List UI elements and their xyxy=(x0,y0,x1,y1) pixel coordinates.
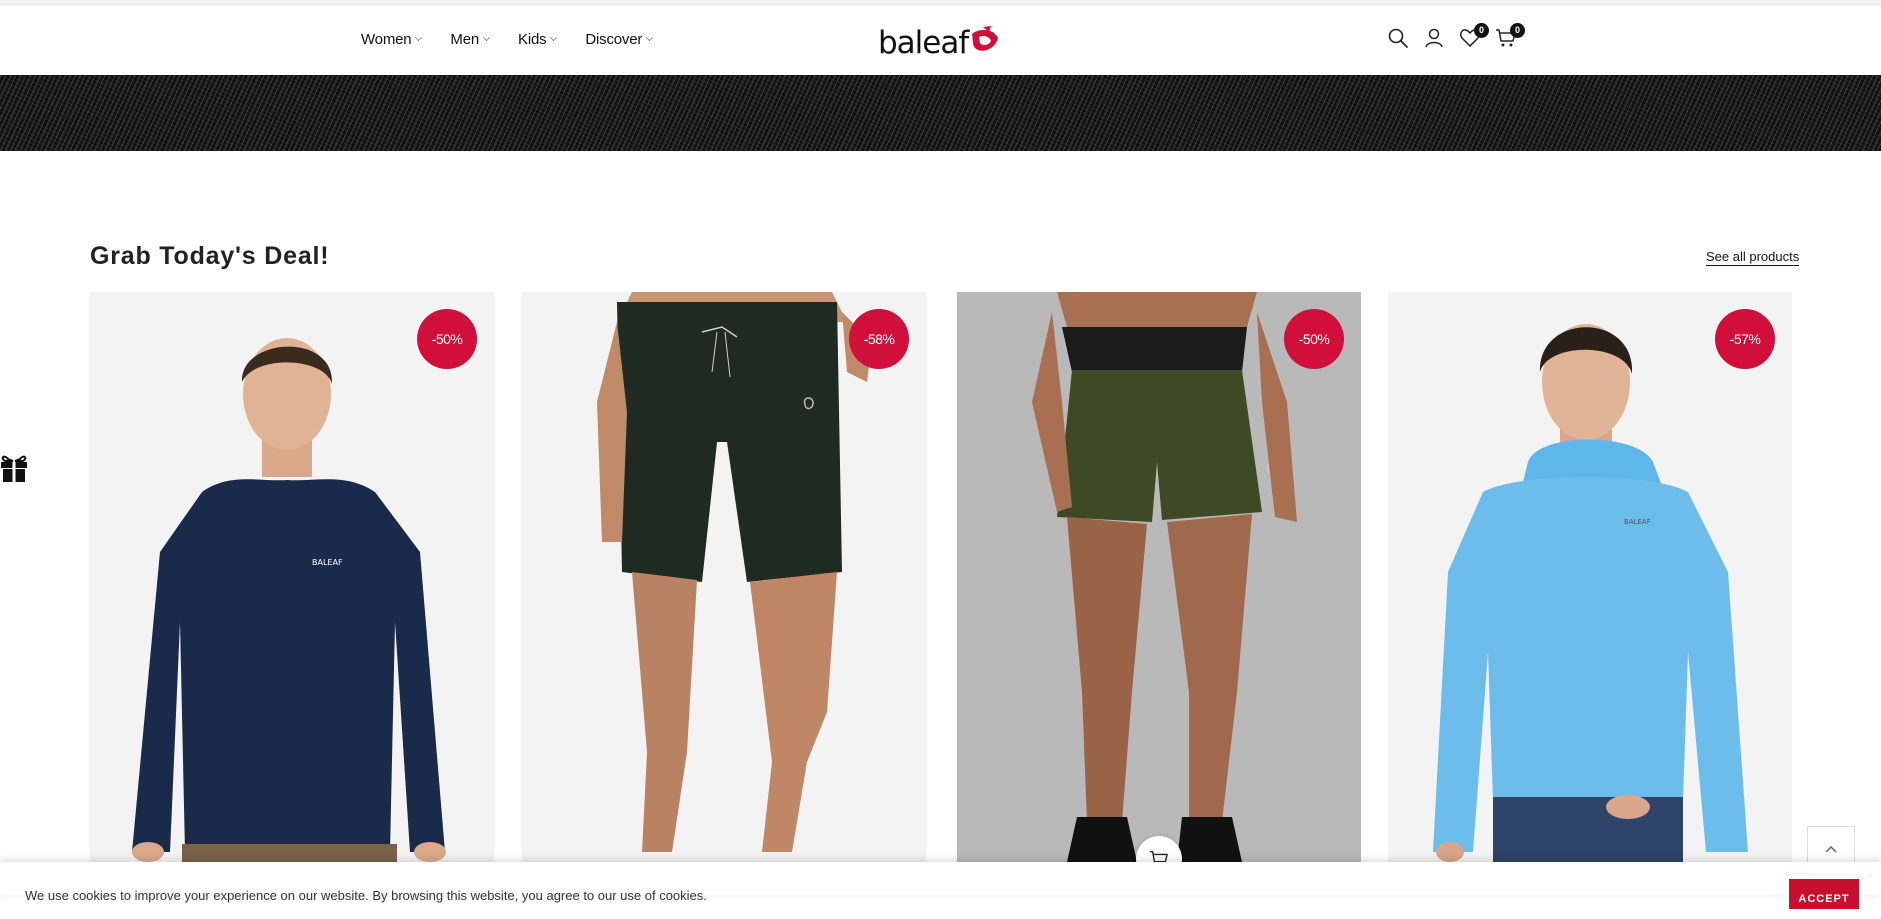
discount-badge: -57% xyxy=(1715,309,1775,369)
see-all-products-link[interactable]: See all products xyxy=(1706,249,1800,266)
search-icon[interactable] xyxy=(1387,27,1409,49)
product-image xyxy=(957,292,1361,862)
product-image: BALEAF xyxy=(1388,292,1792,862)
product-card[interactable]: BALEAF -50% xyxy=(90,292,494,862)
brand-logo[interactable]: baleaf xyxy=(878,23,1001,63)
accept-cookies-button[interactable]: ACCEPT xyxy=(1789,879,1859,909)
header-icons: 0 0 xyxy=(1387,23,1525,49)
chevron-down-icon xyxy=(550,34,558,41)
account-icon[interactable] xyxy=(1423,27,1445,49)
chevron-down-icon xyxy=(483,34,490,41)
hero-banner-image[interactable] xyxy=(0,75,1881,151)
main-nav: Women Men Kids Discover xyxy=(361,31,681,48)
chevron-down-icon xyxy=(646,34,654,41)
cart-icon[interactable]: 0 xyxy=(1495,23,1525,49)
leaf-logo-icon xyxy=(972,26,999,51)
nav-item-discover[interactable]: Discover xyxy=(585,31,654,48)
wishlist-count-badge: 0 xyxy=(1474,23,1489,38)
nav-item-label: Women xyxy=(361,31,412,48)
product-image: BALEAF xyxy=(90,292,494,862)
nav-item-women[interactable]: Women xyxy=(361,31,423,48)
nav-item-label: Men xyxy=(450,31,480,48)
wishlist-icon[interactable]: 0 xyxy=(1459,23,1489,49)
discount-badge: -50% xyxy=(1284,309,1344,369)
svg-text:BALEAF: BALEAF xyxy=(312,558,343,567)
nav-item-label: Kids xyxy=(518,31,547,48)
cookie-text: We use cookies to improve your experienc… xyxy=(25,888,707,903)
nav-item-men[interactable]: Men xyxy=(450,31,490,48)
svg-text:BALEAF: BALEAF xyxy=(1624,518,1651,526)
chevron-down-icon xyxy=(415,34,423,41)
logo-text: baleaf xyxy=(878,25,969,61)
section-title: Grab Today's Deal! xyxy=(90,242,330,270)
product-card[interactable]: BALEAF -57% xyxy=(1388,292,1792,862)
discount-badge: -50% xyxy=(417,309,477,369)
product-grid: BALEAF -50% -58% -50% BALEAF -57% xyxy=(90,292,1793,862)
discount-badge: -58% xyxy=(849,309,909,369)
nav-item-label: Discover xyxy=(585,31,643,48)
gift-icon[interactable] xyxy=(0,453,28,483)
product-card[interactable]: -50% xyxy=(957,292,1361,862)
nav-item-kids[interactable]: Kids xyxy=(518,31,558,48)
cart-count-badge: 0 xyxy=(1510,23,1525,38)
product-card[interactable]: -58% xyxy=(522,292,926,862)
cookie-banner: We use cookies to improve your experienc… xyxy=(0,862,1881,909)
product-image xyxy=(522,292,926,862)
site-header: Women Men Kids Discover baleaf 0 0 xyxy=(0,5,1881,75)
chevron-up-icon xyxy=(1825,845,1837,853)
